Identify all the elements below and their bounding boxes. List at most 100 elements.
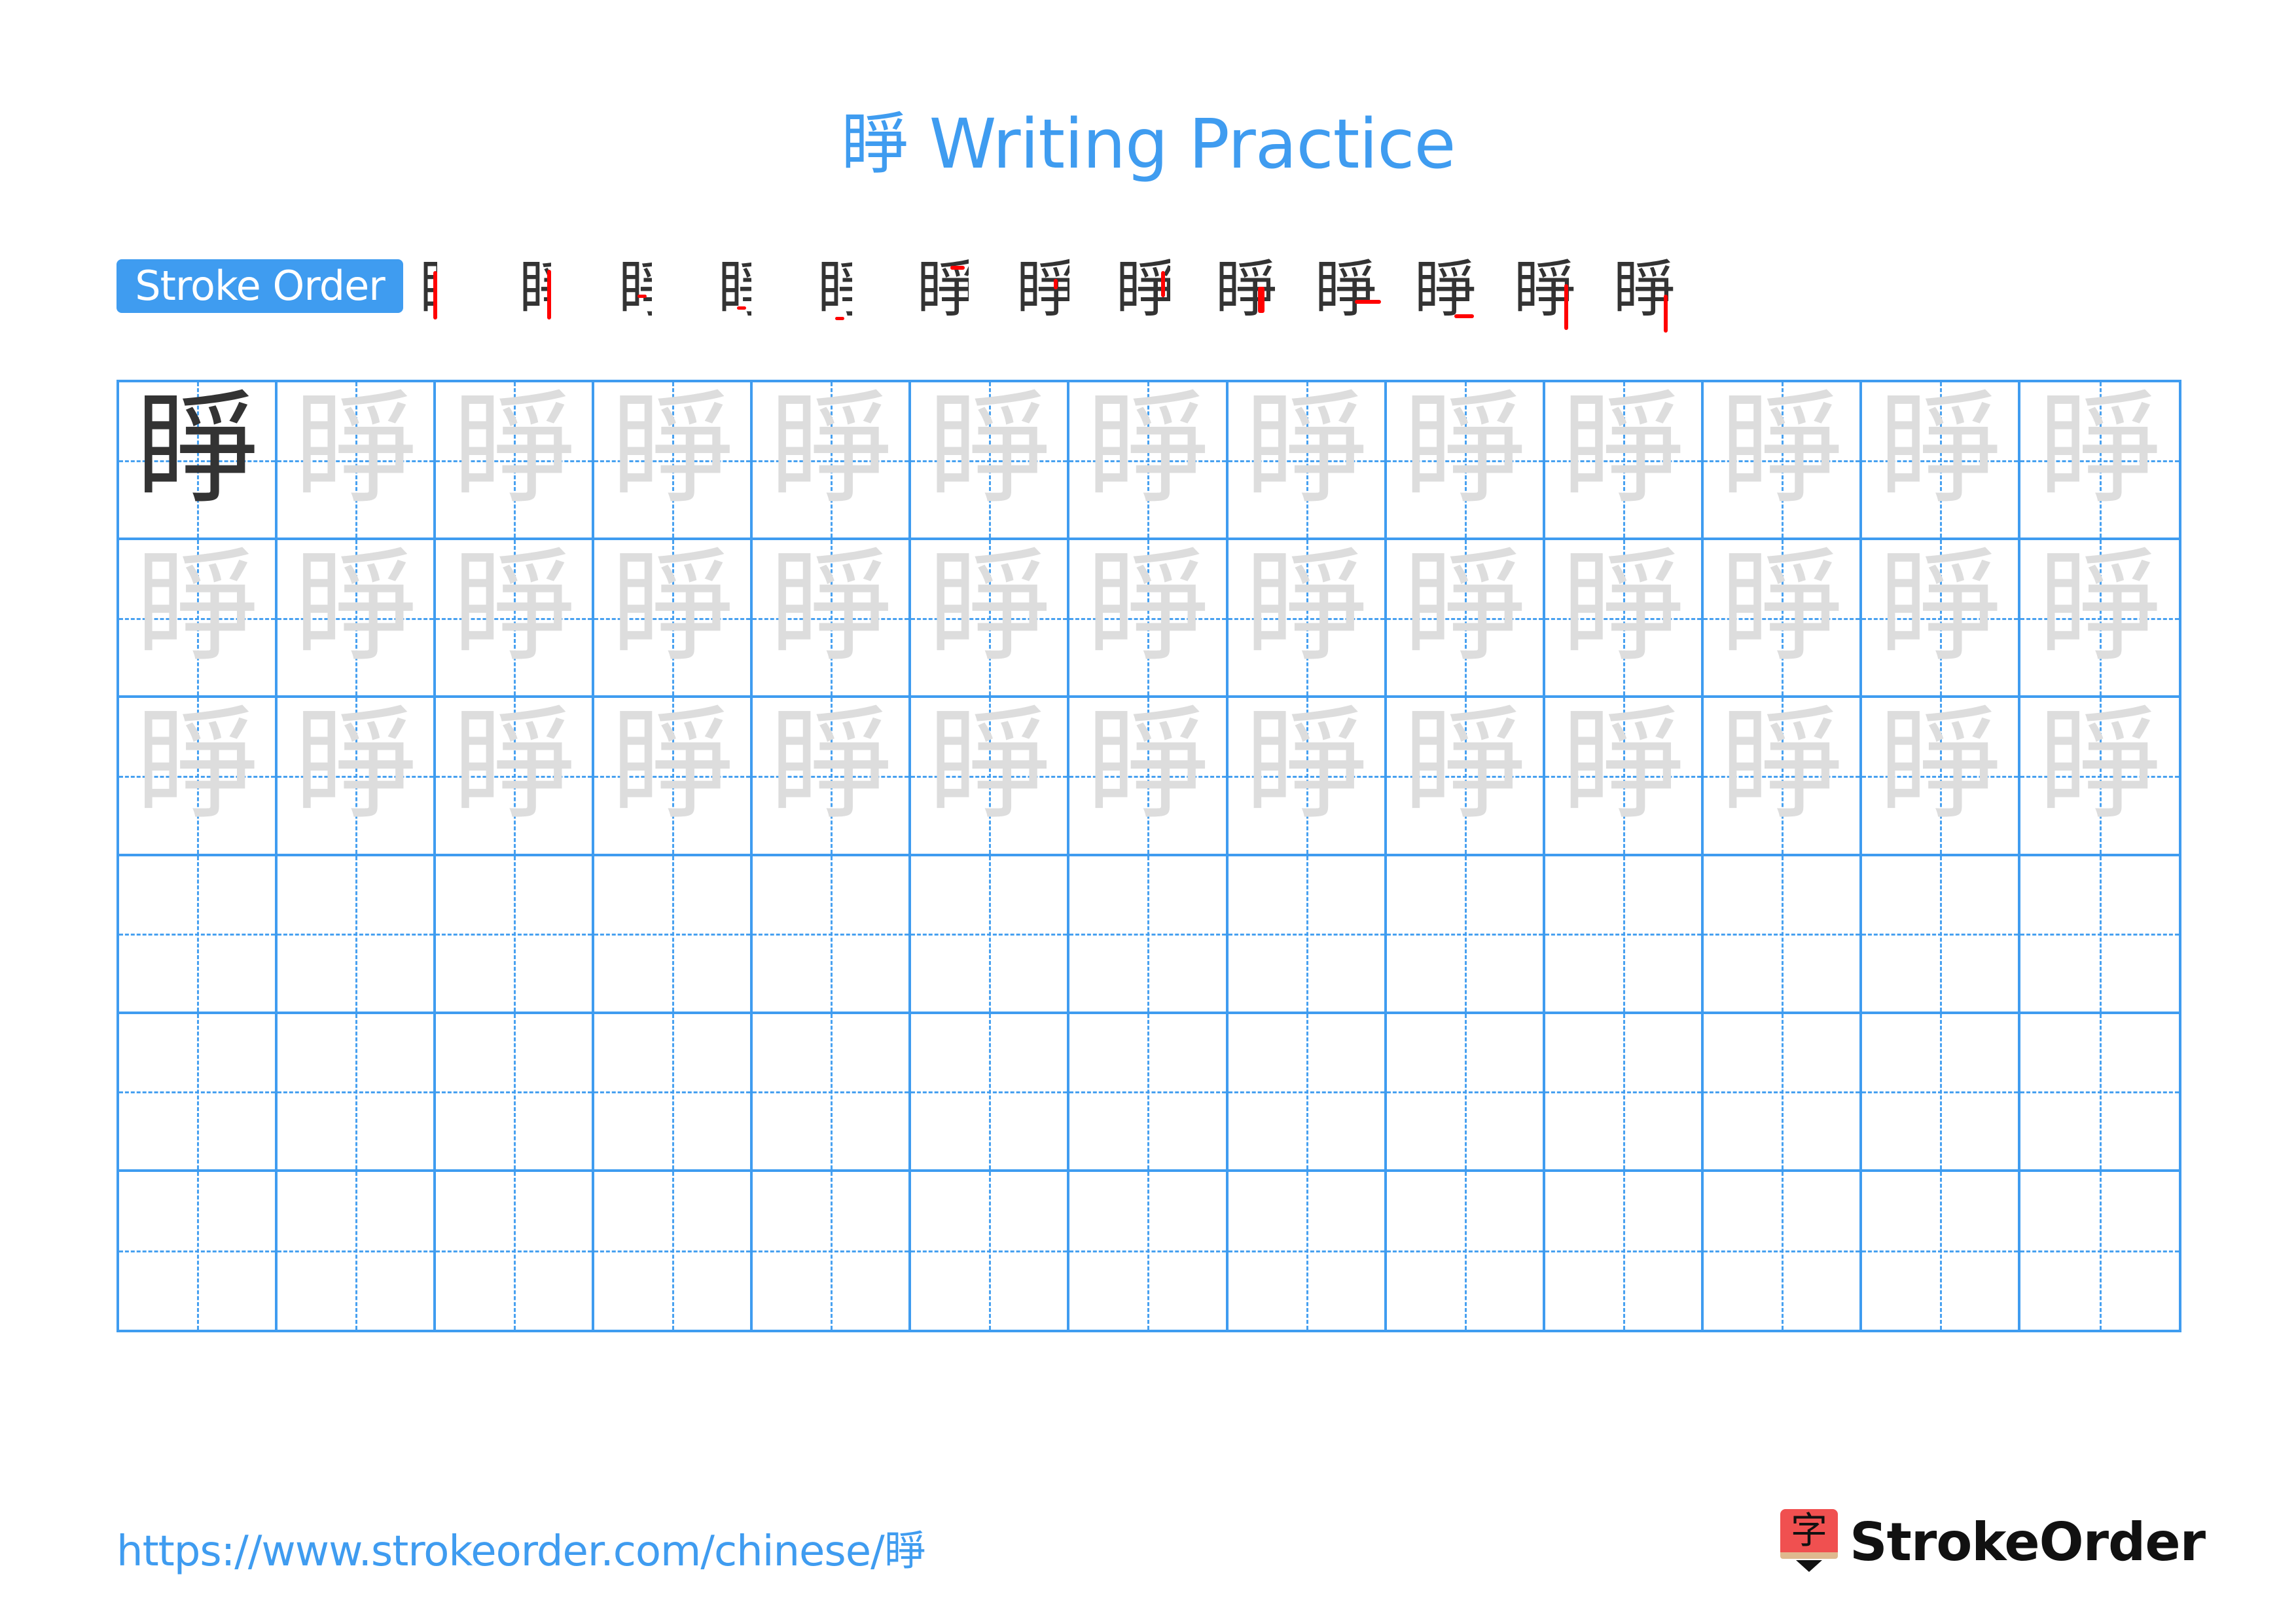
practice-cell[interactable]: 睜 [1703, 540, 1862, 699]
practice-cell[interactable] [1861, 856, 2020, 1014]
practice-cell[interactable] [1545, 856, 1704, 1014]
practice-cell[interactable] [594, 1013, 753, 1172]
practice-cell[interactable] [753, 1013, 912, 1172]
practice-cell[interactable] [119, 856, 278, 1014]
trace-character: 睜 [2037, 693, 2162, 838]
stroke-step-partial: 睜 [1301, 254, 1382, 333]
practice-cell[interactable]: 睜 [1545, 698, 1704, 856]
practice-cell[interactable]: 睜 [594, 698, 753, 856]
new-stroke-marker [1161, 271, 1165, 297]
vertical-guide [197, 1171, 200, 1330]
practice-cell[interactable]: 睜 [1703, 382, 1862, 541]
practice-cell[interactable] [1069, 856, 1229, 1014]
practice-cell[interactable]: 睜 [1386, 698, 1545, 856]
practice-cell[interactable] [911, 1013, 1070, 1172]
practice-cell[interactable] [1386, 856, 1545, 1014]
practice-cell[interactable] [1545, 1013, 1704, 1172]
practice-cell[interactable] [119, 1171, 278, 1330]
practice-cell[interactable] [436, 1013, 595, 1172]
practice-cell[interactable]: 睜 [436, 540, 595, 699]
practice-cell[interactable]: 睜 [594, 382, 753, 541]
practice-cell[interactable]: 睜 [1069, 540, 1229, 699]
practice-cell[interactable]: 睜 [436, 382, 595, 541]
practice-cell[interactable] [2020, 856, 2179, 1014]
practice-cell[interactable]: 睜 [1069, 382, 1229, 541]
practice-cell[interactable] [1069, 1171, 1229, 1330]
practice-cell[interactable]: 睜 [119, 698, 278, 856]
practice-cell[interactable] [119, 1013, 278, 1172]
practice-cell[interactable]: 睜 [1386, 382, 1545, 541]
practice-cell[interactable] [1703, 856, 1862, 1014]
practice-cell[interactable] [594, 856, 753, 1014]
practice-cell[interactable] [1228, 856, 1387, 1014]
practice-cell[interactable] [1545, 1171, 1704, 1330]
practice-cell[interactable] [436, 1171, 595, 1330]
practice-cell[interactable] [1228, 1013, 1387, 1172]
practice-cell[interactable]: 睜 [1861, 698, 2020, 856]
practice-cell[interactable] [1861, 1171, 2020, 1330]
practice-cell[interactable]: 睜 [1545, 382, 1704, 541]
practice-cell[interactable] [1861, 1013, 2020, 1172]
practice-cell[interactable] [1386, 1171, 1545, 1330]
practice-cell[interactable] [594, 1171, 753, 1330]
practice-cell[interactable]: 睜 [1545, 540, 1704, 699]
practice-cell[interactable]: 睜 [278, 698, 437, 856]
practice-cell[interactable] [278, 1013, 437, 1172]
practice-cell[interactable]: 睜 [911, 382, 1070, 541]
trace-character: 睜 [135, 535, 260, 680]
practice-cell[interactable]: 睜 [753, 540, 912, 699]
practice-cell[interactable] [2020, 1013, 2179, 1172]
practice-cell[interactable] [278, 856, 437, 1014]
practice-cell[interactable]: 睜 [119, 535, 278, 699]
practice-cell[interactable] [1228, 1171, 1387, 1330]
practice-cell[interactable] [1069, 1013, 1229, 1172]
vertical-guide [1623, 1171, 1625, 1330]
practice-cell[interactable] [911, 856, 1070, 1014]
trace-character: 睜 [768, 377, 893, 522]
stroke-step-4: 睜 [704, 254, 804, 333]
trace-character: 睜 [1402, 535, 1527, 680]
practice-cell[interactable] [1703, 1171, 1862, 1330]
practice-cell[interactable]: 睜 [1228, 540, 1387, 699]
practice-cell[interactable]: 睜 [278, 540, 437, 699]
practice-cell[interactable]: 睜 [911, 540, 1070, 699]
practice-cell[interactable]: 睜 [119, 382, 278, 541]
practice-cell[interactable]: 睜 [1228, 382, 1387, 541]
practice-cell[interactable]: 睜 [911, 698, 1070, 856]
practice-cell[interactable]: 睜 [1703, 698, 1862, 856]
practice-cell[interactable] [753, 856, 912, 1014]
practice-cell[interactable]: 睜 [1228, 698, 1387, 856]
practice-cell[interactable] [436, 856, 595, 1014]
vertical-guide [672, 856, 675, 1012]
practice-cell[interactable]: 睜 [1386, 535, 1545, 699]
practice-cell[interactable]: 睜 [753, 377, 912, 541]
practice-cell[interactable]: 睜 [594, 535, 753, 699]
trace-character: 睜 [1877, 535, 2002, 680]
practice-cell[interactable] [2020, 1171, 2179, 1330]
new-stroke-marker [1454, 314, 1474, 318]
footer-url-link[interactable]: https://www.strokeorder.com/chinese/睜 [117, 1518, 926, 1578]
practice-cell[interactable]: 睜 [1069, 698, 1229, 856]
practice-cell[interactable]: 睜 [2020, 382, 2179, 541]
practice-cell[interactable]: 睜 [1861, 382, 2020, 541]
stroke-step-glyph: 睜 [618, 254, 652, 326]
practice-cell[interactable] [278, 1171, 437, 1330]
stroke-step-6: 睜 [903, 254, 1003, 333]
practice-cell[interactable]: 睜 [2020, 540, 2179, 699]
practice-cell[interactable] [1703, 1013, 1862, 1172]
stroke-order-steps: 睜睜睜睜睜睜睜睜睜睜睜睜睜 [406, 254, 1699, 333]
practice-cell[interactable] [911, 1171, 1070, 1330]
vertical-guide [672, 1171, 675, 1330]
vertical-guide [989, 1171, 992, 1330]
strokeorder-logo[interactable]: 字 StrokeOrder [1780, 1506, 2206, 1578]
practice-cell[interactable] [753, 1171, 912, 1330]
practice-cell[interactable]: 睜 [2020, 698, 2179, 856]
stroke-step-7: 睜 [1003, 254, 1102, 333]
practice-cell[interactable]: 睜 [753, 698, 912, 856]
vertical-guide [514, 856, 516, 1012]
practice-cell[interactable]: 睜 [1861, 535, 2020, 699]
practice-cell[interactable]: 睜 [278, 382, 437, 541]
practice-cell[interactable]: 睜 [436, 698, 595, 856]
practice-cell[interactable] [1386, 1013, 1545, 1172]
trace-character: 睜 [610, 535, 735, 680]
